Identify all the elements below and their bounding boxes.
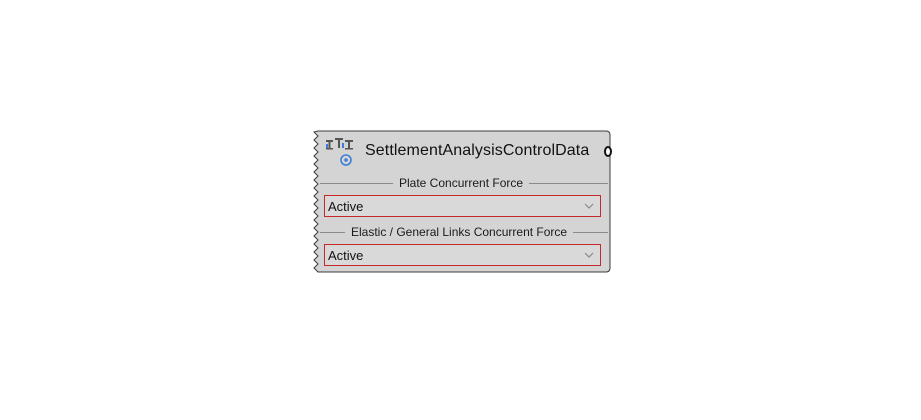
canvas: SettlementAnalysisControlData Plate Conc… (0, 0, 921, 420)
elastic-general-links-concurrent-force-dropdown[interactable]: Active (324, 244, 601, 266)
section-label-plate-concurrent-force: Plate Concurrent Force (393, 176, 530, 190)
plate-concurrent-force-dropdown[interactable]: Active (324, 195, 601, 217)
settlement-analysis-icon (326, 138, 353, 166)
dropdown-selected-value: Active (328, 199, 364, 214)
chevron-down-icon (584, 252, 594, 258)
output-grip-icon[interactable] (604, 146, 612, 157)
section-label-elastic-general-links-concurrent-force: Elastic / General Links Concurrent Force (345, 225, 574, 239)
dropdown-selected-value: Active (328, 248, 364, 263)
node-title: SettlementAnalysisControlData (365, 142, 590, 159)
chevron-down-icon (584, 203, 594, 209)
